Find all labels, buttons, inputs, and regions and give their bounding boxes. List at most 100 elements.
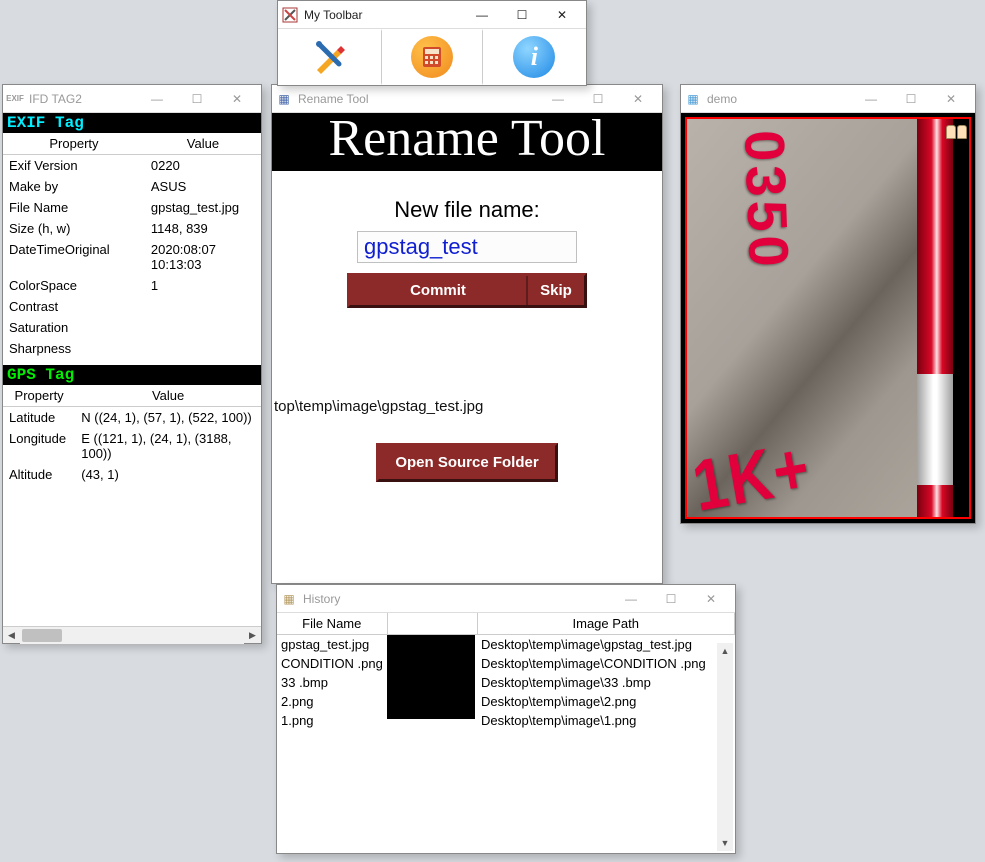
prop-cell: Size (h, w) [3, 218, 145, 239]
toolbar-titlebar[interactable]: My Toolbar — ☐ ✕ [278, 1, 586, 29]
vertical-scrollbar[interactable]: ▲ ▼ [717, 643, 733, 851]
close-button[interactable]: ✕ [217, 85, 257, 113]
rename-title-text: Rename Tool [298, 92, 538, 106]
demo-window[interactable]: ▦ demo — ☐ ✕ 0350 1K+ [680, 84, 976, 524]
open-source-folder-button[interactable]: Open Source Folder [376, 443, 557, 482]
table-row: Size (h, w)1148, 839 [3, 218, 261, 239]
scroll-left-icon[interactable]: ◀ [3, 627, 20, 644]
exif-window[interactable]: EXIF IFD TAG2 — ☐ ✕ EXIF Tag Property Va… [2, 84, 262, 644]
prop-cell: Longitude [3, 428, 75, 464]
prop-cell: Contrast [3, 296, 145, 317]
val-cell: E ((121, 1), (24, 1), (3188, 100)) [75, 428, 261, 464]
scroll-up-icon[interactable]: ▲ [717, 643, 733, 659]
gps-section-label: GPS Tag [3, 365, 261, 385]
table-row: LatitudeN ((24, 1), (57, 1), (522, 100)) [3, 407, 261, 429]
demo-app-icon: ▦ [685, 91, 701, 107]
info-icon: i [513, 36, 555, 78]
table-row: Saturation [3, 317, 261, 338]
maximize-button[interactable]: ☐ [502, 1, 542, 29]
prop-cell: Exif Version [3, 155, 145, 177]
horizontal-scrollbar[interactable]: ◀ ▶ [3, 626, 261, 643]
thumb-cell [387, 635, 477, 731]
minimize-button[interactable]: — [611, 585, 651, 613]
val-cell [145, 317, 261, 338]
table-row: Contrast [3, 296, 261, 317]
table-row: ColorSpace1 [3, 275, 261, 296]
close-button[interactable]: ✕ [618, 85, 658, 113]
calc-tool-button[interactable] [381, 29, 482, 85]
column-header-filename: File Name [277, 613, 387, 635]
pencil-tool-button[interactable] [278, 29, 381, 85]
history-title-text: History [303, 592, 611, 606]
exif-app-icon: EXIF [7, 91, 23, 107]
close-button[interactable]: ✕ [542, 1, 582, 29]
column-header-path: Image Path [477, 613, 735, 635]
table-row: Exif Version0220 [3, 155, 261, 177]
exif-table: Property Value Exif Version0220Make byAS… [3, 133, 261, 359]
maximize-button[interactable]: ☐ [578, 85, 618, 113]
commit-button[interactable]: Commit [350, 276, 528, 305]
history-table: File Name Image Path gpstag_test.jpgDesk… [277, 613, 735, 730]
table-row: LongitudeE ((121, 1), (24, 1), (3188, 10… [3, 428, 261, 464]
minimize-button[interactable]: — [137, 85, 177, 113]
table-row[interactable]: CONDITION .png Desktop\temp\image\CONDITI… [277, 654, 735, 673]
history-titlebar[interactable]: ▦ History — ☐ ✕ [277, 585, 735, 613]
minimize-button[interactable]: — [462, 1, 502, 29]
scroll-thumb[interactable] [22, 629, 62, 642]
scroll-down-icon[interactable]: ▼ [717, 835, 733, 851]
path-cell: Desktop\temp\image\33 .bmp [477, 673, 735, 692]
maximize-button[interactable]: ☐ [177, 85, 217, 113]
toolbar-title-text: My Toolbar [304, 8, 462, 22]
table-row: Altitude(43, 1) [3, 464, 261, 485]
scroll-right-icon[interactable]: ▶ [244, 627, 261, 644]
rename-app-icon: ▦ [276, 91, 292, 107]
path-cell: Desktop\temp\image\1.png [477, 711, 735, 730]
file-cell: 1.png [277, 711, 387, 730]
table-row[interactable]: 2.pngDesktop\temp\image\2.png [277, 692, 735, 711]
column-header-property: Property [3, 385, 75, 407]
file-cell: CONDITION .png [277, 654, 387, 673]
info-tool-button[interactable]: i [483, 29, 586, 85]
rename-titlebar[interactable]: ▦ Rename Tool — ☐ ✕ [272, 85, 662, 113]
history-app-icon: ▦ [281, 591, 297, 607]
table-row: DateTimeOriginal2020:08:07 10:13:03 [3, 239, 261, 275]
exif-section-label: EXIF Tag [3, 113, 261, 133]
skip-button[interactable]: Skip [528, 276, 584, 305]
history-window[interactable]: ▦ History — ☐ ✕ File Name Image Path gps… [276, 584, 736, 854]
exif-titlebar[interactable]: EXIF IFD TAG2 — ☐ ✕ [3, 85, 261, 113]
close-button[interactable]: ✕ [691, 585, 731, 613]
minimize-button[interactable]: — [538, 85, 578, 113]
maximize-button[interactable]: ☐ [651, 585, 691, 613]
file-cell: gpstag_test.jpg [277, 635, 387, 655]
toolbar-window[interactable]: My Toolbar — ☐ ✕ [277, 0, 587, 86]
maximize-button[interactable]: ☐ [891, 85, 931, 113]
column-header-property: Property [3, 133, 145, 155]
spray-text-1: 0350 [732, 129, 802, 272]
calc-icon [411, 36, 453, 78]
val-cell: N ((24, 1), (57, 1), (522, 100)) [75, 407, 261, 429]
val-cell [145, 296, 261, 317]
close-button[interactable]: ✕ [931, 85, 971, 113]
pencil-icon [309, 36, 351, 78]
demo-titlebar[interactable]: ▦ demo — ☐ ✕ [681, 85, 975, 113]
column-header-value: Value [145, 133, 261, 155]
table-row[interactable]: 33 .bmpDesktop\temp\image\33 .bmp [277, 673, 735, 692]
prop-cell: DateTimeOriginal [3, 239, 145, 275]
column-header-thumb [387, 613, 477, 635]
prop-cell: Saturation [3, 317, 145, 338]
demo-image: 0350 1K+ [685, 117, 971, 519]
table-row[interactable]: gpstag_test.jpgDesktop\temp\image\gpstag… [277, 635, 735, 655]
rename-window[interactable]: ▦ Rename Tool — ☐ ✕ Rename Tool New file… [271, 84, 663, 584]
val-cell [145, 338, 261, 359]
path-cell: Desktop\temp\image\CONDITION .png [477, 654, 735, 673]
minimize-button[interactable]: — [851, 85, 891, 113]
prop-cell: Sharpness [3, 338, 145, 359]
table-row[interactable]: 1.png Desktop\temp\image\1.png [277, 711, 735, 730]
val-cell: 2020:08:07 10:13:03 [145, 239, 261, 275]
filename-input[interactable]: gpstag_test [357, 231, 577, 263]
val-cell: 1148, 839 [145, 218, 261, 239]
table-row: File Namegpstag_test.jpg [3, 197, 261, 218]
prop-cell: ColorSpace [3, 275, 145, 296]
path-cell: Desktop\temp\image\2.png [477, 692, 735, 711]
val-cell: gpstag_test.jpg [145, 197, 261, 218]
